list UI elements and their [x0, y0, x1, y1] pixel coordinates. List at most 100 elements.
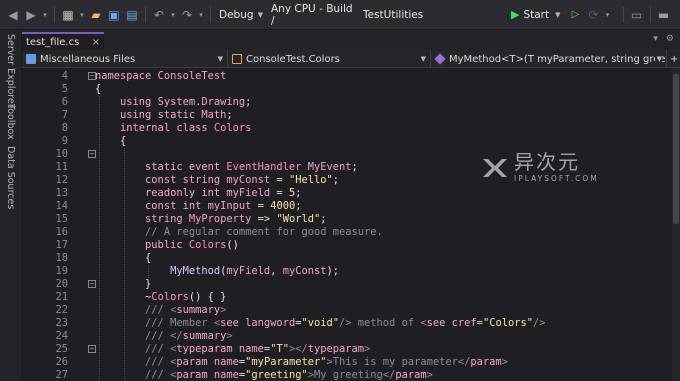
- start-without-debugging-icon[interactable]: ▷: [567, 6, 585, 24]
- code-line[interactable]: 24 /// </summary>: [22, 330, 672, 343]
- configuration-value: Debug: [219, 8, 254, 21]
- member-value: MyMethod<T>(T myParameter, string greeti…: [449, 53, 666, 65]
- code-line[interactable]: 23 /// Member <see langword="void"/> met…: [22, 317, 672, 330]
- code-line[interactable]: 25− /// <typeparam name="T"></typeparam>: [22, 343, 672, 356]
- code-token: );: [326, 265, 340, 277]
- tool-window-rail: Server Explorer Toolbox Data Sources: [0, 30, 22, 381]
- fold-toggle-icon[interactable]: −: [88, 150, 96, 158]
- toolbar-separator: [54, 6, 55, 23]
- code-line[interactable]: 15 string MyProperty => "World";: [22, 213, 672, 226]
- save-icon[interactable]: ▣: [105, 6, 123, 24]
- code-token: see: [426, 317, 452, 329]
- code-token: /// <: [145, 369, 177, 381]
- code-token: >: [501, 356, 508, 368]
- code-token: "myParameter": [245, 356, 327, 368]
- toolbox-tab[interactable]: Toolbox: [5, 104, 16, 140]
- code-line[interactable]: 5{: [22, 83, 672, 96]
- window-layout-icon[interactable]: ▭: [628, 6, 646, 24]
- platform-value: Any CPU - Build /: [271, 2, 353, 27]
- code-token: /> method of <: [339, 317, 427, 329]
- code-text: using System.Drawing;: [95, 96, 251, 109]
- platform-dropdown[interactable]: Any CPU - Build /: [267, 2, 359, 27]
- code-token: MyEvent: [307, 161, 352, 173]
- code-line[interactable]: 16 // A regular comment for good measure…: [22, 226, 672, 239]
- code-token: ;: [320, 213, 327, 225]
- dropdown-icon[interactable]: ▾: [168, 6, 178, 24]
- line-number: 8: [61, 122, 68, 134]
- line-number: 14: [55, 200, 68, 212]
- code-token: langword: [245, 317, 296, 329]
- code-line[interactable]: 9 {: [22, 135, 672, 148]
- tab-list-icon[interactable]: ▾: [653, 34, 658, 44]
- indent-guide: [148, 265, 149, 278]
- code-line[interactable]: 6 using System.Drawing;: [22, 96, 672, 109]
- split-icon[interactable]: +: [666, 50, 680, 68]
- code-line[interactable]: 20− }: [22, 278, 672, 291]
- terminal-icon[interactable]: ▬: [655, 6, 673, 24]
- code-token: ;: [226, 109, 233, 121]
- code-line[interactable]: 7 using static Math;: [22, 109, 672, 122]
- type-dropdown[interactable]: ConsoleTest.Colors ▼: [228, 50, 431, 68]
- code-line[interactable]: 13 readonly int myField = 5;: [22, 187, 672, 200]
- save-all-icon[interactable]: ▤: [123, 6, 141, 24]
- dropdown-icon[interactable]: ▾: [196, 6, 206, 24]
- forward-icon[interactable]: ▶: [22, 6, 40, 24]
- code-line[interactable]: 17 public Colors(): [22, 239, 672, 252]
- code-line[interactable]: 4− namespace ConsoleTest: [22, 70, 672, 83]
- code-token: name: [213, 369, 239, 381]
- code-token: >This is my parameter</: [326, 356, 471, 368]
- code-line[interactable]: 21 ~Colors() { }: [22, 291, 672, 304]
- dropdown-icon[interactable]: ▾: [40, 6, 50, 24]
- toolbar-separator: [649, 6, 651, 23]
- code-line[interactable]: 27 /// <param name="greeting">My greetin…: [22, 369, 672, 381]
- open-folder-icon[interactable]: ▰: [87, 6, 105, 24]
- startup-project-dropdown[interactable]: TestUtilities: [359, 6, 509, 24]
- code-line[interactable]: 14 const int myInput = 4000;: [22, 200, 672, 213]
- settings-gear-icon[interactable]: ⚙: [666, 34, 674, 44]
- member-dropdown[interactable]: MyMethod<T>(T myParameter, string greeti…: [431, 50, 666, 68]
- dropdown-icon[interactable]: ▾: [77, 6, 87, 24]
- dropdown-icon[interactable]: ▾: [603, 6, 613, 24]
- code-line[interactable]: 19 MyMethod(myField, myConst);: [22, 265, 672, 278]
- code-line[interactable]: 26 /// <param name="myParameter">This is…: [22, 356, 672, 369]
- code-token: >: [220, 304, 227, 316]
- redo-icon[interactable]: ↷: [178, 6, 196, 24]
- code-token: Colors: [213, 122, 252, 134]
- toolbar-separator: [145, 6, 146, 23]
- close-icon[interactable]: ×: [92, 37, 100, 48]
- code-line[interactable]: 22 /// <summary>: [22, 304, 672, 317]
- code-token: const string: [145, 174, 227, 186]
- start-button[interactable]: ▶ Start ▼: [511, 8, 561, 21]
- code-line[interactable]: 8 internal class Colors: [22, 122, 672, 135]
- code-token: "T": [270, 343, 289, 355]
- hot-reload-icon[interactable]: ⟳: [585, 6, 603, 24]
- code-token: summary: [176, 304, 221, 316]
- code-token: Math: [201, 109, 227, 121]
- code-token: >: [426, 369, 433, 381]
- configuration-dropdown[interactable]: Debug ▼: [215, 6, 267, 24]
- code-token: EventHandler: [226, 161, 308, 173]
- server-explorer-tab[interactable]: Server Explorer: [5, 34, 16, 108]
- code-token: MyProperty: [188, 213, 252, 225]
- project-context-dropdown[interactable]: Miscellaneous Files ▼: [22, 50, 228, 68]
- scrollbar-thumb[interactable]: [673, 74, 679, 224]
- back-icon[interactable]: ◀: [4, 6, 22, 24]
- code-token: myConst: [226, 174, 271, 186]
- undo-icon[interactable]: ↶: [150, 6, 168, 24]
- code-token: namespace: [95, 70, 158, 82]
- code-token: /// <: [145, 356, 177, 368]
- chevron-down-icon: ▼: [654, 55, 662, 63]
- code-token: myInput: [207, 200, 252, 212]
- new-project-icon[interactable]: ▦: [59, 6, 77, 24]
- code-token: "void": [301, 317, 340, 329]
- code-text: /// <param name="greeting">My greeting</…: [95, 369, 433, 381]
- data-sources-tab[interactable]: Data Sources: [5, 146, 16, 209]
- vertical-scrollbar[interactable]: [672, 68, 680, 381]
- code-line[interactable]: 18 {: [22, 252, 672, 265]
- code-text: // A regular comment for good measure.: [95, 226, 383, 239]
- code-editor[interactable]: 4− namespace ConsoleTest 5{6 using System.…: [22, 68, 672, 381]
- document-tab[interactable]: test_file.cs ×: [22, 32, 104, 50]
